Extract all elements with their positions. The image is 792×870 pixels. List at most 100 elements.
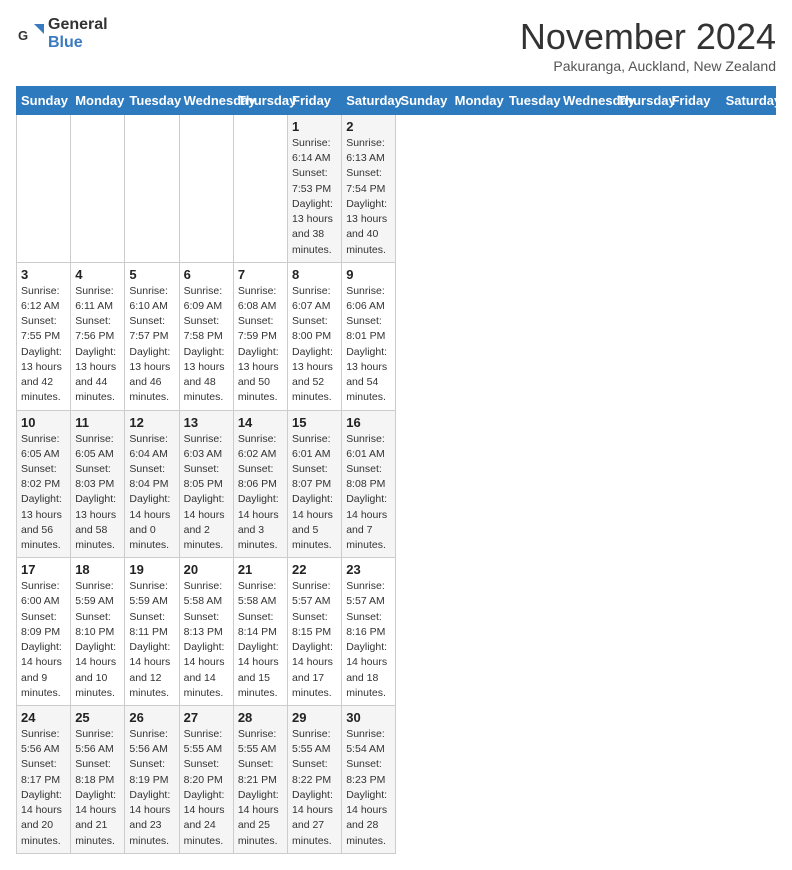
header-friday: Friday <box>288 87 342 115</box>
calendar-cell: 8 Sunrise: 6:07 AM Sunset: 8:00 PM Daylig… <box>288 262 342 410</box>
day-info: Sunrise: 6:06 AM Sunset: 8:01 PM Dayligh… <box>346 284 391 406</box>
day-info: Sunrise: 5:57 AM Sunset: 8:16 PM Dayligh… <box>346 579 391 701</box>
day-info: Sunrise: 5:59 AM Sunset: 8:11 PM Dayligh… <box>129 579 174 701</box>
day-info: Sunrise: 5:58 AM Sunset: 8:13 PM Dayligh… <box>184 579 229 701</box>
day-info: Sunrise: 6:03 AM Sunset: 8:05 PM Dayligh… <box>184 432 229 554</box>
calendar-cell: 29Sunrise: 5:55 AM Sunset: 8:22 PM Dayli… <box>288 706 342 854</box>
day-info: Sunrise: 6:04 AM Sunset: 8:04 PM Dayligh… <box>129 432 174 554</box>
day-number: 8 <box>292 267 337 282</box>
day-info: Sunrise: 6:05 AM Sunset: 8:02 PM Dayligh… <box>21 432 66 554</box>
calendar-cell <box>71 115 125 263</box>
col-header-monday: Monday <box>450 87 504 115</box>
week-row-3: 17Sunrise: 6:00 AM Sunset: 8:09 PM Dayli… <box>17 558 776 706</box>
logo-general: General <box>48 16 108 34</box>
day-number: 17 <box>21 562 66 577</box>
day-info: Sunrise: 6:14 AM Sunset: 7:53 PM Dayligh… <box>292 136 337 258</box>
calendar-table: SundayMondayTuesdayWednesdayThursdayFrid… <box>16 86 776 854</box>
month-title: November 2024 <box>520 16 776 58</box>
calendar-cell: 16 Sunrise: 6:01 AM Sunset: 8:08 PM Dayli… <box>342 410 396 558</box>
calendar-cell: 19 Sunrise: 5:59 AM Sunset: 8:11 PM Dayli… <box>125 558 179 706</box>
calendar-cell: 18 Sunrise: 5:59 AM Sunset: 8:10 PM Dayli… <box>71 558 125 706</box>
day-number: 6 <box>184 267 229 282</box>
day-number: 16 <box>346 415 391 430</box>
day-number: 7 <box>238 267 283 282</box>
calendar-cell: 9 Sunrise: 6:06 AM Sunset: 8:01 PM Daylig… <box>342 262 396 410</box>
day-number: 18 <box>75 562 120 577</box>
day-number: 5 <box>129 267 174 282</box>
calendar-cell: 3 Sunrise: 6:12 AM Sunset: 7:55 PM Daylig… <box>17 262 71 410</box>
week-row-4: 24Sunrise: 5:56 AM Sunset: 8:17 PM Dayli… <box>17 706 776 854</box>
day-info: Sunrise: 5:55 AM Sunset: 8:20 PM Dayligh… <box>184 727 229 849</box>
calendar-cell: 28 Sunrise: 5:55 AM Sunset: 8:21 PM Dayli… <box>233 706 287 854</box>
title-area: November 2024 Pakuranga, Auckland, New Z… <box>520 16 776 74</box>
header-wednesday: Wednesday <box>179 87 233 115</box>
header: G General Blue November 2024 Pakuranga, … <box>16 16 776 74</box>
calendar-cell: 5 Sunrise: 6:10 AM Sunset: 7:57 PM Daylig… <box>125 262 179 410</box>
week-row-2: 10 Sunrise: 6:05 AM Sunset: 8:02 PM Dayli… <box>17 410 776 558</box>
calendar-cell: 27Sunrise: 5:55 AM Sunset: 8:20 PM Dayli… <box>179 706 233 854</box>
calendar-header-row: SundayMondayTuesdayWednesdayThursdayFrid… <box>17 87 776 115</box>
calendar-cell: 22 Sunrise: 5:57 AM Sunset: 8:15 PM Dayli… <box>288 558 342 706</box>
calendar-cell: 24Sunrise: 5:56 AM Sunset: 8:17 PM Dayli… <box>17 706 71 854</box>
day-number: 10 <box>21 415 66 430</box>
day-number: 28 <box>238 710 283 725</box>
calendar-cell: 4Sunrise: 6:11 AM Sunset: 7:56 PM Daylig… <box>71 262 125 410</box>
calendar-cell: 13 Sunrise: 6:03 AM Sunset: 8:05 PM Dayli… <box>179 410 233 558</box>
col-header-wednesday: Wednesday <box>559 87 613 115</box>
logo-icon: G <box>16 20 44 48</box>
header-monday: Monday <box>71 87 125 115</box>
day-info: Sunrise: 6:10 AM Sunset: 7:57 PM Dayligh… <box>129 284 174 406</box>
day-number: 20 <box>184 562 229 577</box>
day-number: 19 <box>129 562 174 577</box>
day-info: Sunrise: 5:56 AM Sunset: 8:18 PM Dayligh… <box>75 727 120 849</box>
logo: G General Blue <box>16 16 108 51</box>
calendar-cell: 17Sunrise: 6:00 AM Sunset: 8:09 PM Dayli… <box>17 558 71 706</box>
day-number: 2 <box>346 119 391 134</box>
calendar-cell: 6 Sunrise: 6:09 AM Sunset: 7:58 PM Daylig… <box>179 262 233 410</box>
day-number: 4 <box>75 267 120 282</box>
day-number: 12 <box>129 415 174 430</box>
day-info: Sunrise: 5:55 AM Sunset: 8:21 PM Dayligh… <box>238 727 283 849</box>
day-info: Sunrise: 6:12 AM Sunset: 7:55 PM Dayligh… <box>21 284 66 406</box>
calendar-cell: 21 Sunrise: 5:58 AM Sunset: 8:14 PM Dayli… <box>233 558 287 706</box>
col-header-thursday: Thursday <box>613 87 667 115</box>
day-number: 13 <box>184 415 229 430</box>
calendar-cell <box>17 115 71 263</box>
day-info: Sunrise: 6:01 AM Sunset: 8:08 PM Dayligh… <box>346 432 391 554</box>
day-number: 11 <box>75 415 120 430</box>
day-number: 25 <box>75 710 120 725</box>
calendar-cell <box>125 115 179 263</box>
day-info: Sunrise: 6:07 AM Sunset: 8:00 PM Dayligh… <box>292 284 337 406</box>
day-number: 22 <box>292 562 337 577</box>
day-info: Sunrise: 5:56 AM Sunset: 8:19 PM Dayligh… <box>129 727 174 849</box>
col-header-saturday: Saturday <box>721 87 775 115</box>
col-header-friday: Friday <box>667 87 721 115</box>
day-number: 29 <box>292 710 337 725</box>
header-thursday: Thursday <box>233 87 287 115</box>
day-number: 3 <box>21 267 66 282</box>
week-row-0: 1Sunrise: 6:14 AM Sunset: 7:53 PM Daylig… <box>17 115 776 263</box>
calendar-cell <box>233 115 287 263</box>
day-info: Sunrise: 5:58 AM Sunset: 8:14 PM Dayligh… <box>238 579 283 701</box>
logo-blue: Blue <box>48 34 108 52</box>
week-row-1: 3 Sunrise: 6:12 AM Sunset: 7:55 PM Daylig… <box>17 262 776 410</box>
location-title: Pakuranga, Auckland, New Zealand <box>520 58 776 74</box>
calendar-cell: 26 Sunrise: 5:56 AM Sunset: 8:19 PM Dayli… <box>125 706 179 854</box>
day-number: 9 <box>346 267 391 282</box>
svg-text:G: G <box>18 28 28 43</box>
calendar-cell: 12 Sunrise: 6:04 AM Sunset: 8:04 PM Dayli… <box>125 410 179 558</box>
day-number: 26 <box>129 710 174 725</box>
day-info: Sunrise: 6:01 AM Sunset: 8:07 PM Dayligh… <box>292 432 337 554</box>
day-info: Sunrise: 5:59 AM Sunset: 8:10 PM Dayligh… <box>75 579 120 701</box>
calendar-cell: 10 Sunrise: 6:05 AM Sunset: 8:02 PM Dayli… <box>17 410 71 558</box>
calendar-cell: 20 Sunrise: 5:58 AM Sunset: 8:13 PM Dayli… <box>179 558 233 706</box>
calendar-cell: 25 Sunrise: 5:56 AM Sunset: 8:18 PM Dayli… <box>71 706 125 854</box>
header-sunday: Sunday <box>17 87 71 115</box>
day-number: 15 <box>292 415 337 430</box>
day-info: Sunrise: 6:08 AM Sunset: 7:59 PM Dayligh… <box>238 284 283 406</box>
day-info: Sunrise: 5:57 AM Sunset: 8:15 PM Dayligh… <box>292 579 337 701</box>
calendar-cell: 7 Sunrise: 6:08 AM Sunset: 7:59 PM Daylig… <box>233 262 287 410</box>
day-number: 21 <box>238 562 283 577</box>
day-info: Sunrise: 6:02 AM Sunset: 8:06 PM Dayligh… <box>238 432 283 554</box>
day-info: Sunrise: 6:09 AM Sunset: 7:58 PM Dayligh… <box>184 284 229 406</box>
